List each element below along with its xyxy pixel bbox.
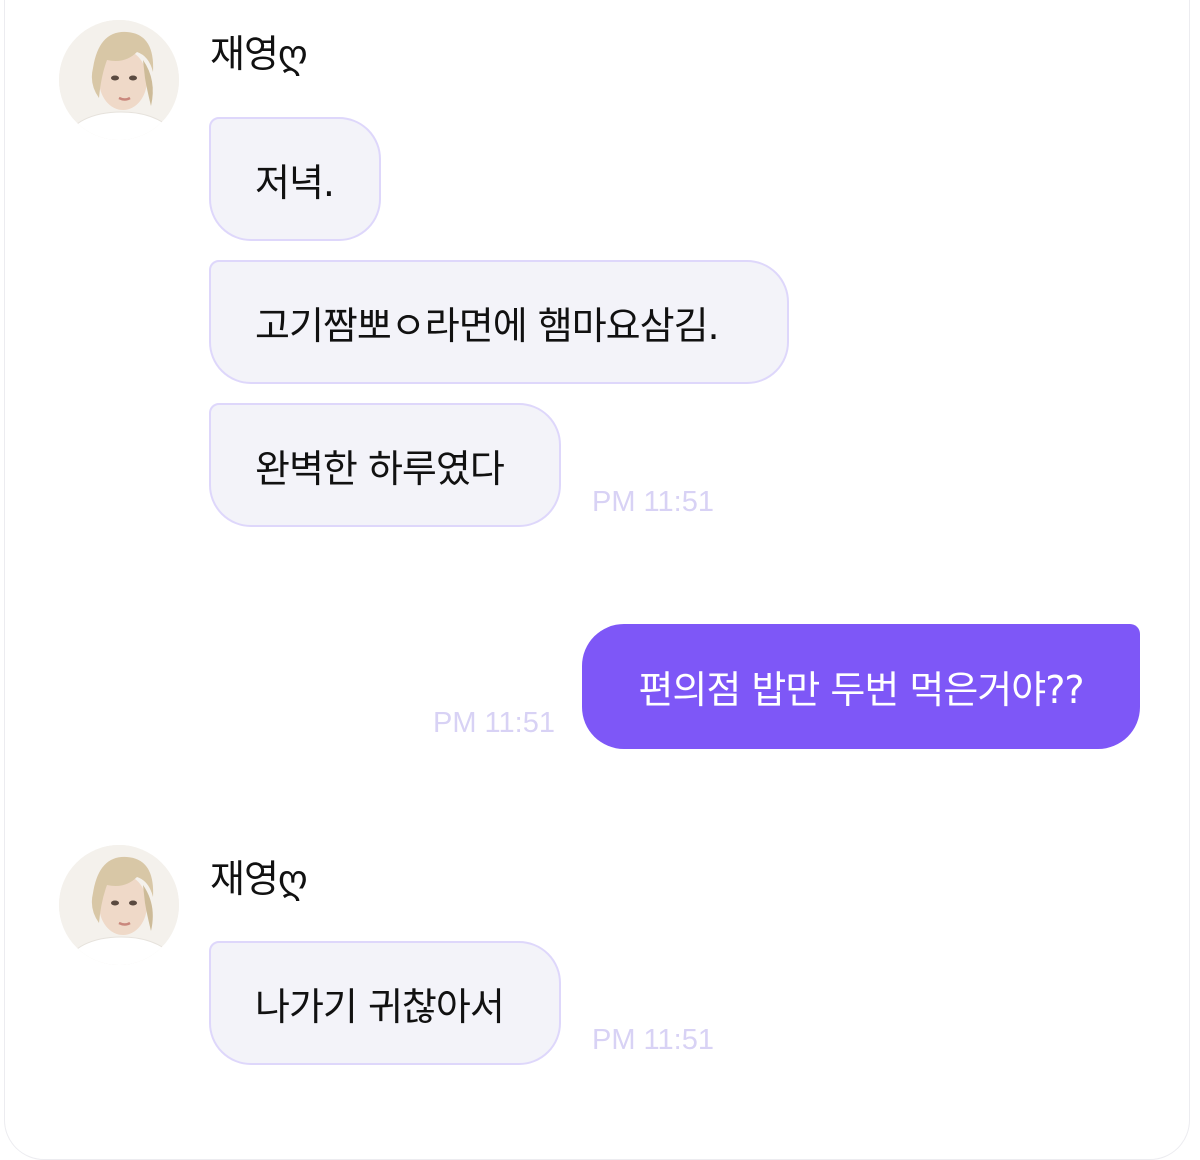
message-text: 나가기 귀찮아서	[255, 984, 505, 1029]
message-text: 저녁.	[255, 160, 335, 205]
message-text: 완벽한 하루였다	[255, 446, 505, 491]
sender-name: 재영ღ	[210, 32, 308, 76]
sender-avatar[interactable]	[59, 845, 179, 965]
message-bubble-outgoing[interactable]: 편의점 밥만 두번 먹은거야??	[582, 624, 1140, 749]
message-bubble[interactable]: 저녁.	[209, 117, 381, 241]
message-bubble[interactable]: 고기짬뽀ㅇ라면에 햄마요삼김.	[209, 260, 789, 384]
message-bubble[interactable]: 완벽한 하루였다	[209, 403, 561, 527]
message-text: 편의점 밥만 두번 먹은거야??	[638, 668, 1084, 712]
sender-avatar[interactable]	[59, 20, 179, 140]
sender-name: 재영ღ	[210, 857, 308, 901]
profile-photo-icon	[59, 845, 179, 965]
message-timestamp: PM 11:51	[592, 1024, 714, 1056]
message-timestamp: PM 11:51	[592, 486, 714, 518]
profile-photo-icon	[59, 20, 179, 140]
chat-panel	[4, 0, 1190, 1160]
message-bubble[interactable]: 나가기 귀찮아서	[209, 941, 561, 1065]
message-timestamp: PM 11:51	[433, 707, 555, 739]
message-text: 고기짬뽀ㅇ라면에 햄마요삼김.	[255, 303, 720, 348]
